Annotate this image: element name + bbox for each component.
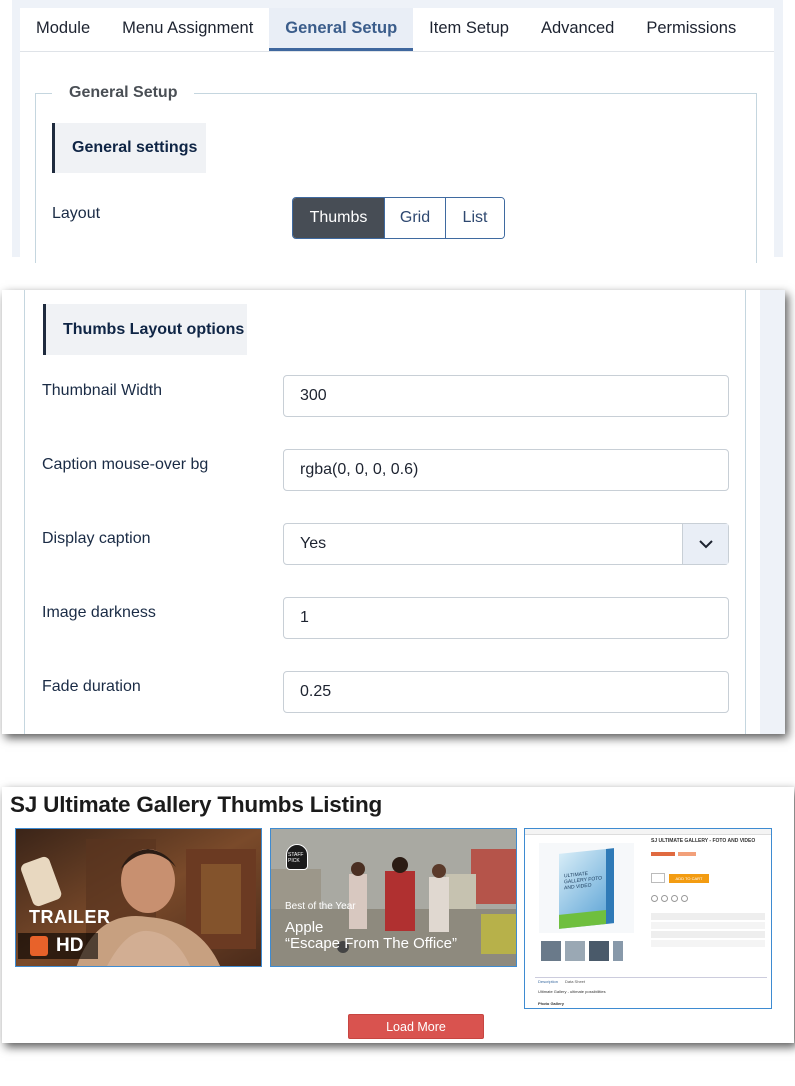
- gallery-preview: SJ Ultimate Gallery Thumbs Listing TRAIL…: [2, 787, 794, 1043]
- layout-option-thumbs[interactable]: Thumbs: [293, 198, 384, 238]
- gallery-thumb-product[interactable]: ULTIMATE GALLERY FOTO AND VIDEO SJ ULTIM…: [524, 828, 772, 1009]
- gallery-thumb-trailer[interactable]: TRAILER HD: [15, 828, 262, 967]
- fade-duration-label: Fade duration: [42, 678, 141, 695]
- fieldset-legend: General Setup: [52, 83, 195, 103]
- hd-label: HD: [56, 935, 84, 956]
- section-heading: General settings: [52, 123, 206, 173]
- tab-general-setup[interactable]: General Setup: [269, 8, 414, 51]
- fandango-icon: [30, 936, 48, 956]
- tab-menu-assignment[interactable]: Menu Assignment: [106, 8, 269, 51]
- layout-toggle: Thumbs Grid List: [292, 197, 505, 239]
- tab-advanced[interactable]: Advanced: [525, 8, 630, 51]
- share-icons: [651, 895, 688, 902]
- caption-bg-label: Caption mouse-over bg: [42, 456, 209, 473]
- tab-item-setup[interactable]: Item Setup: [413, 8, 525, 51]
- gallery-title: SJ Ultimate Gallery Thumbs Listing: [10, 792, 383, 817]
- product-thumbnails: [541, 941, 627, 961]
- load-more-button[interactable]: Load More: [348, 1014, 484, 1039]
- thumbs-layout-panel: Thumbs Layout options Thumbnail Width 30…: [2, 290, 785, 734]
- quantity-stepper[interactable]: [651, 873, 665, 883]
- video-caption-line3: “Escape From The Office”: [285, 935, 458, 952]
- product-title: SJ ULTIMATE GALLERY - FOTO AND VIDEO: [651, 838, 756, 844]
- image-darkness-input[interactable]: 1: [283, 597, 729, 639]
- product-image: ULTIMATE GALLERY FOTO AND VIDEO: [539, 843, 634, 933]
- product-specs-table: [651, 913, 765, 947]
- section-heading: Thumbs Layout options: [43, 304, 247, 355]
- thumbnail-width-input[interactable]: 300: [283, 375, 729, 417]
- thumbs-layout-body: Thumbs Layout options Thumbnail Width 30…: [2, 290, 760, 734]
- display-caption-select[interactable]: Yes: [283, 523, 729, 565]
- chevron-down-icon[interactable]: [682, 524, 728, 564]
- staff-pick-icon: STAFF PICK: [286, 844, 308, 870]
- product-box: ULTIMATE GALLERY FOTO AND VIDEO: [559, 848, 614, 929]
- tab-permissions[interactable]: Permissions: [630, 8, 752, 51]
- image-darkness-label: Image darkness: [42, 604, 156, 621]
- video-caption-line2: Apple: [285, 919, 324, 936]
- breadcrumb: [525, 829, 771, 835]
- display-caption-label: Display caption: [42, 530, 151, 547]
- description-tabs: Description Data Sheet Ultimate Gallery …: [535, 977, 767, 1007]
- tab-bar: Module Menu Assignment General Setup Ite…: [20, 8, 774, 52]
- hd-badge: HD: [18, 933, 98, 959]
- layout-label: Layout: [52, 205, 101, 222]
- general-setup-fieldset: General Setup General settings Layout Th…: [35, 83, 757, 263]
- sale-badge: [678, 852, 696, 856]
- thumbs-layout-fieldset: Thumbs Layout options Thumbnail Width 30…: [24, 290, 746, 734]
- thumbnail-width-label: Thumbnail Width: [42, 382, 163, 399]
- trailer-badge: TRAILER: [29, 907, 111, 927]
- tab-content: General Setup General settings Layout Th…: [20, 52, 774, 263]
- video-caption-line1: Best of the Year: [285, 901, 356, 912]
- layout-option-grid[interactable]: Grid: [384, 198, 445, 238]
- gallery-thumb-video[interactable]: STAFF PICK Best of the Year Apple “Escap…: [270, 828, 517, 967]
- caption-bg-input[interactable]: rgba(0, 0, 0, 0.6): [283, 449, 729, 491]
- layout-option-list[interactable]: List: [445, 198, 504, 238]
- fade-duration-input[interactable]: 0.25: [283, 671, 729, 713]
- display-caption-value: Yes: [300, 535, 327, 552]
- price: [651, 852, 675, 856]
- tab-module[interactable]: Module: [20, 8, 106, 51]
- add-to-cart-button[interactable]: ADD TO CART: [669, 874, 709, 883]
- general-setup-panel: Module Menu Assignment General Setup Ite…: [12, 0, 783, 263]
